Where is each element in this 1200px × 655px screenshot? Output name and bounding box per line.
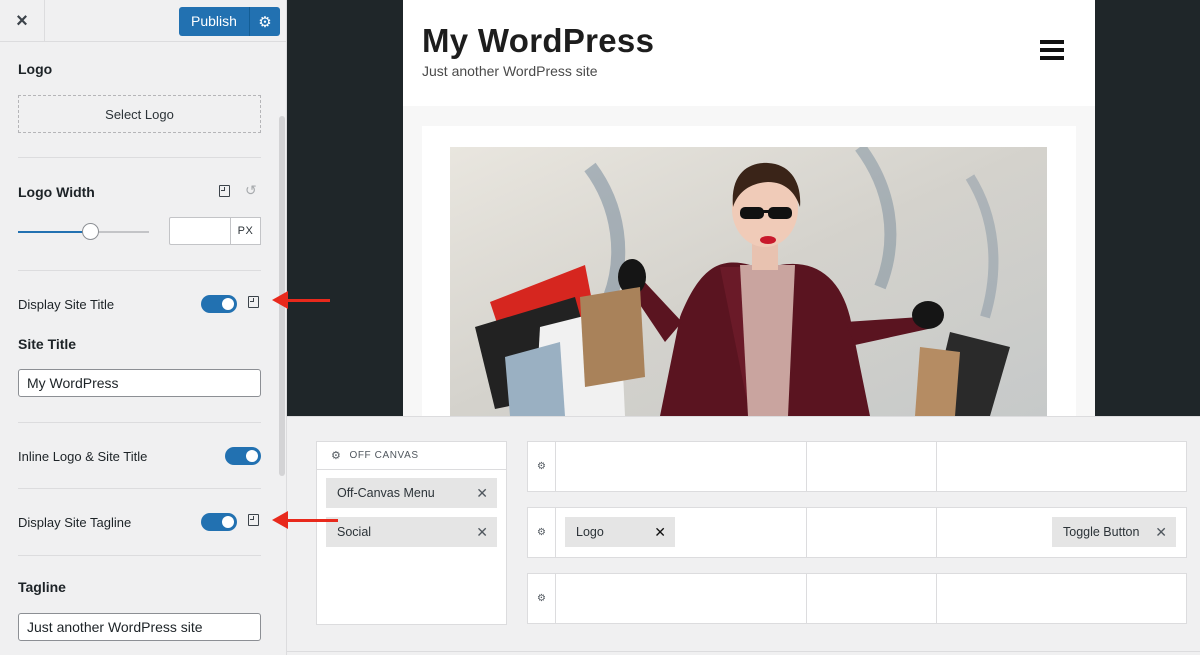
divider <box>18 488 261 489</box>
logo-width-slider[interactable] <box>18 223 149 240</box>
builder-row-top[interactable]: ⚙ <box>527 441 1187 492</box>
display-site-title-label: Display Site Title <box>18 297 115 312</box>
item-label: Logo <box>576 525 604 539</box>
close-icon[interactable]: ✕ <box>476 485 488 502</box>
off-canvas-title: OFF CANVAS <box>349 450 419 461</box>
item-label: Social <box>337 525 372 539</box>
divider <box>18 157 261 158</box>
site-frame: My WordPress Just another WordPress site <box>403 0 1095 416</box>
tagline-label: Tagline <box>18 579 66 595</box>
close-icon[interactable]: × <box>0 0 45 42</box>
display-site-title-toggle[interactable] <box>201 295 237 313</box>
builder-item-logo[interactable]: Logo ✕ <box>565 517 675 547</box>
annotation-arrow <box>272 291 330 309</box>
off-canvas-panel: ⚙ OFF CANVAS Off-Canvas Menu ✕ Social ✕ <box>316 441 507 625</box>
slider-thumb[interactable] <box>82 223 99 240</box>
divider <box>18 555 261 556</box>
site-header: My WordPress Just another WordPress site <box>403 0 1095 106</box>
builder-row-main[interactable]: ⚙ Logo ✕ Toggle Button ✕ <box>527 507 1187 558</box>
site-title-input[interactable]: My WordPress <box>18 369 261 397</box>
gear-icon[interactable]: ⚙ <box>528 442 556 491</box>
responsive-device-icon[interactable] <box>248 296 259 308</box>
divider <box>18 422 261 423</box>
tagline-input[interactable]: Just another WordPress site <box>18 613 261 641</box>
content-card <box>422 126 1076 416</box>
off-canvas-header[interactable]: ⚙ OFF CANVAS <box>317 442 506 470</box>
responsive-device-icon[interactable] <box>248 514 259 526</box>
close-icon[interactable]: ✕ <box>1155 524 1167 541</box>
item-label: Toggle Button <box>1063 525 1140 539</box>
publish-group: Publish ⚙ <box>179 7 280 36</box>
site-tagline: Just another WordPress site <box>422 63 598 79</box>
gear-icon[interactable]: ⚙ <box>528 508 556 557</box>
slider-fill <box>18 231 90 233</box>
item-label: Off-Canvas Menu <box>337 486 435 500</box>
inline-logo-site-title-toggle[interactable] <box>225 447 261 465</box>
display-site-tagline-label: Display Site Tagline <box>18 515 132 530</box>
reset-icon[interactable]: ↺ <box>245 182 257 199</box>
header-builder: ⚙ OFF CANVAS Off-Canvas Menu ✕ Social ✕ … <box>287 416 1200 655</box>
logo-width-label: Logo Width <box>18 184 95 200</box>
gear-icon[interactable]: ⚙ <box>331 449 341 462</box>
featured-image <box>450 147 1047 416</box>
builder-item-toggle-button[interactable]: Toggle Button ✕ <box>1052 517 1176 547</box>
logo-width-input[interactable] <box>169 217 231 245</box>
customizer-panel: × Publish ⚙ Logo Select Logo Logo Width … <box>0 0 287 655</box>
builder-item-off-canvas-menu[interactable]: Off-Canvas Menu ✕ <box>326 478 497 508</box>
logo-width-unit[interactable]: PX <box>230 217 261 245</box>
responsive-device-icon[interactable] <box>219 185 230 197</box>
panel-controls: Logo Select Logo Logo Width ↺ PX Display… <box>0 43 278 655</box>
gear-icon[interactable]: ⚙ <box>528 574 556 623</box>
builder-row-bottom[interactable]: ⚙ <box>527 573 1187 624</box>
annotation-arrow <box>272 511 338 529</box>
divider <box>18 270 261 271</box>
menu-toggle-icon[interactable] <box>1040 40 1064 60</box>
logo-label: Logo <box>18 61 53 77</box>
publish-settings-gear-icon[interactable]: ⚙ <box>249 7 280 36</box>
builder-item-social[interactable]: Social ✕ <box>326 517 497 547</box>
publish-button[interactable]: Publish <box>179 7 250 36</box>
site-title[interactable]: My WordPress <box>422 22 654 60</box>
close-icon[interactable]: ✕ <box>476 524 488 541</box>
panel-header: × Publish ⚙ <box>0 0 286 42</box>
close-icon[interactable]: ✕ <box>654 524 666 541</box>
site-title-label: Site Title <box>18 336 77 352</box>
inline-logo-site-title-label: Inline Logo & Site Title <box>18 449 148 464</box>
select-logo-button[interactable]: Select Logo <box>18 95 261 133</box>
display-site-tagline-toggle[interactable] <box>201 513 237 531</box>
